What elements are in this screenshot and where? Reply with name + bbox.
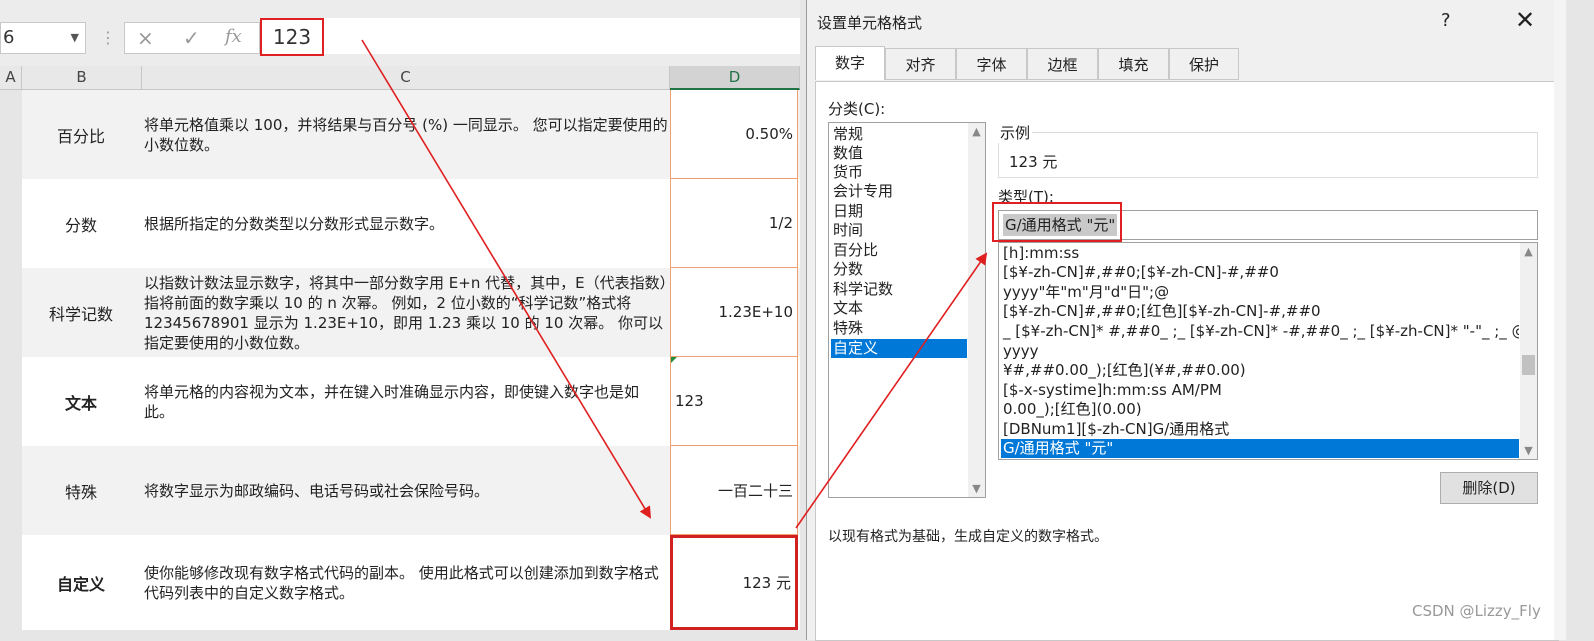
tab-fill[interactable]: 填充	[1098, 48, 1169, 80]
chevron-down-icon[interactable]: ▼	[968, 482, 985, 495]
list-item[interactable]: [$¥-zh-CN]#,##0;[$¥-zh-CN]-#,##0	[1001, 263, 1519, 282]
sample-label: 示例	[998, 122, 1033, 143]
table-row: 分数 根据所指定的分数类型以分数形式显示数字。 1/2	[22, 179, 800, 268]
list-item[interactable]: _ [$¥-zh-CN]* #,##0_ ;_ [$¥-zh-CN]* -#,#…	[1001, 322, 1519, 341]
number-tab-panel: 分类(C): 常规 数值 货币 会计专用 日期 时间 百分比 分数 科学记数 文…	[815, 81, 1559, 641]
delete-button[interactable]: 删除(D)	[1440, 472, 1538, 504]
format-scrollbar[interactable]: ▲ ▼	[1520, 243, 1537, 459]
category-cell[interactable]: 自定义	[22, 535, 140, 630]
tab-number[interactable]: 数字	[815, 46, 885, 80]
list-item[interactable]: 会计专用	[831, 182, 967, 201]
list-item[interactable]: 文本	[831, 299, 967, 318]
sample-value: 123 元	[1009, 153, 1058, 171]
list-item[interactable]: 分数	[831, 260, 967, 279]
chevron-up-icon[interactable]: ▲	[1520, 245, 1537, 258]
table-row: 文本 将单元格的内容视为文本，并在键入时准确显示内容，即使键入数字也是如此。 1…	[22, 357, 800, 446]
formula-buttons: × ✓ fx	[124, 22, 260, 54]
help-icon[interactable]: ?	[1441, 10, 1451, 31]
list-item-selected[interactable]: G/通用格式 "元"	[1001, 439, 1519, 458]
description-cell[interactable]: 将单元格的内容视为文本，并在键入时准确显示内容，即使键入数字也是如此。	[144, 357, 668, 446]
category-list[interactable]: 常规 数值 货币 会计专用 日期 时间 百分比 分数 科学记数 文本 特殊 自定…	[828, 122, 986, 498]
tab-protection[interactable]: 保护	[1169, 48, 1239, 80]
tab-alignment[interactable]: 对齐	[885, 48, 956, 80]
category-cell[interactable]: 百分比	[22, 90, 140, 179]
column-header-a[interactable]: A	[0, 66, 22, 90]
table-row: 特殊 将数字显示为邮政编码、电话号码或社会保险号码。 一百二十三	[22, 446, 800, 535]
table-row: 自定义 使你能够修改现有数字格式代码的副本。 使用此格式可以创建添加到数字格式代…	[22, 535, 800, 630]
check-icon[interactable]: ✓	[183, 26, 200, 50]
list-item[interactable]: 百分比	[831, 241, 967, 260]
list-item[interactable]: [h]:mm:ss	[1001, 244, 1519, 263]
more-dots-icon: ⋮	[100, 28, 116, 47]
description-cell[interactable]: 使你能够修改现有数字格式代码的副本。 使用此格式可以创建添加到数字格式代码列表中…	[144, 535, 668, 630]
chevron-down-icon[interactable]: ▼	[71, 23, 79, 53]
scrollbar-thumb[interactable]	[1522, 355, 1535, 375]
table-row: 百分比 将单元格值乘以 100，并将结果与百分号 (%) 一同显示。 您可以指定…	[22, 90, 800, 179]
format-cells-dialog: 设置单元格格式 ? ✕ 数字 对齐 字体 边框 填充 保护 分类(C): 常规 …	[806, 0, 1566, 641]
function-icon[interactable]: fx	[225, 26, 242, 47]
column-header-d[interactable]: D	[670, 66, 800, 90]
formula-value: 123	[260, 18, 324, 56]
list-item[interactable]: [DBNum1][$-zh-CN]G/通用格式	[1001, 420, 1519, 439]
list-item[interactable]: 时间	[831, 221, 967, 240]
description-cell[interactable]: 将数字显示为邮政编码、电话号码或社会保险号码。	[144, 446, 668, 535]
name-box-value: 6	[3, 27, 15, 48]
selected-value-cell[interactable]: 123 元	[670, 535, 798, 630]
list-item[interactable]: 常规	[831, 125, 967, 144]
category-cell[interactable]: 科学记数	[22, 268, 140, 357]
category-scrollbar[interactable]: ▲ ▼	[968, 123, 985, 497]
format-list[interactable]: [h]:mm:ss [$¥-zh-CN]#,##0;[$¥-zh-CN]-#,#…	[998, 242, 1538, 460]
sample-box: 123 元	[998, 132, 1538, 178]
cancel-icon[interactable]: ×	[137, 26, 154, 50]
list-item[interactable]: 货币	[831, 163, 967, 182]
category-cell[interactable]: 文本	[22, 357, 140, 446]
list-item[interactable]: [$-x-systime]h:mm:ss AM/PM	[1001, 381, 1519, 400]
category-cell[interactable]: 分数	[22, 179, 140, 268]
list-item[interactable]: 科学记数	[831, 280, 967, 299]
list-item[interactable]: 数值	[831, 144, 967, 163]
list-item[interactable]: [$¥-zh-CN]#,##0;[红色][$¥-zh-CN]-#,##0	[1001, 302, 1519, 321]
column-header-c[interactable]: C	[142, 66, 670, 90]
list-item[interactable]: ¥#,##0.00_);[红色](¥#,##0.00)	[1001, 361, 1519, 380]
chevron-up-icon[interactable]: ▲	[968, 125, 985, 138]
window-scrollbar[interactable]	[1554, 0, 1566, 640]
value-cell[interactable]: 123	[670, 357, 798, 446]
category-label: 分类(C):	[828, 100, 886, 118]
list-item[interactable]: 0.00_);[红色](0.00)	[1001, 400, 1519, 419]
description-cell[interactable]: 将单元格值乘以 100，并将结果与百分号 (%) 一同显示。 您可以指定要使用的…	[144, 90, 668, 179]
formula-input[interactable]: 123	[260, 18, 800, 56]
format-description: 以现有格式为基础，生成自定义的数字格式。	[828, 529, 1108, 545]
watermark: CSDN @Lizzy_Fly	[1412, 602, 1541, 620]
table-row: 科学记数 以指数计数法显示数字，将其中一部分数字用 E+n 代替，其中，E（代表…	[22, 268, 800, 357]
error-indicator-icon	[671, 357, 677, 363]
list-item[interactable]: 特殊	[831, 319, 967, 338]
value-cell[interactable]: 1/2	[670, 179, 798, 268]
chevron-down-icon[interactable]: ▼	[1520, 444, 1537, 457]
name-box[interactable]: 6 ▼	[0, 22, 86, 54]
value-cell[interactable]: 1.23E+10	[670, 268, 798, 357]
column-header-b[interactable]: B	[22, 66, 142, 90]
list-item[interactable]: 日期	[831, 202, 967, 221]
dialog-title: 设置单元格格式	[817, 14, 923, 32]
category-cell[interactable]: 特殊	[22, 446, 140, 535]
description-cell[interactable]: 以指数计数法显示数字，将其中一部分数字用 E+n 代替，其中，E（代表指数）指将…	[144, 268, 668, 357]
list-item[interactable]: yyyy"年"m"月"d"日";@	[1001, 283, 1519, 302]
description-cell[interactable]: 根据所指定的分数类型以分数形式显示数字。	[144, 179, 668, 268]
tab-border[interactable]: 边框	[1027, 48, 1098, 80]
value-text: 123	[675, 392, 704, 410]
dialog-tabs: 数字 对齐 字体 边框 填充 保护	[815, 46, 1255, 82]
value-cell[interactable]: 0.50%	[670, 90, 798, 179]
tab-font[interactable]: 字体	[956, 48, 1027, 80]
close-icon[interactable]: ✕	[1515, 6, 1535, 34]
type-highlight-box	[992, 202, 1122, 242]
list-item-selected[interactable]: 自定义	[831, 339, 967, 358]
list-item[interactable]: yyyy	[1001, 342, 1519, 361]
value-cell[interactable]: 一百二十三	[670, 446, 798, 535]
